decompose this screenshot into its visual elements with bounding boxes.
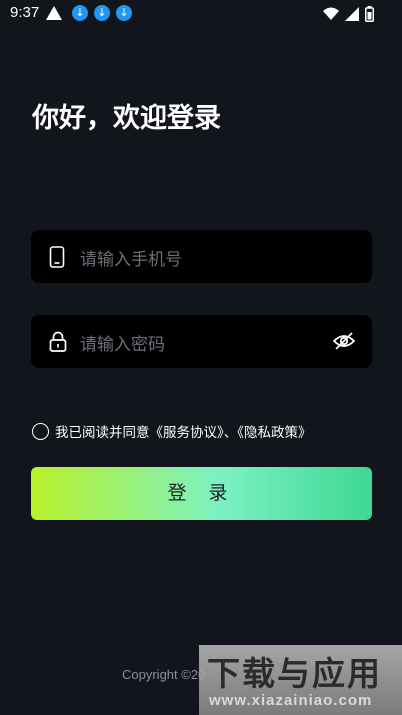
- agreement-row[interactable]: 我已阅读并同意《服务协议》、《隐私政策》: [32, 421, 312, 441]
- download-icon: ↓: [94, 5, 110, 21]
- signal-icon: [345, 7, 359, 21]
- status-time: 9:37: [10, 4, 40, 21]
- download-icon: ↓: [116, 5, 132, 21]
- download-icon: ↓: [72, 5, 88, 21]
- eye-off-icon[interactable]: [332, 331, 356, 351]
- phone-input-placeholder: 请输入手机号: [80, 250, 182, 270]
- page-title: 你好，欢迎登录: [32, 103, 221, 134]
- watermark-url: www.xiazainiao.com: [209, 692, 373, 709]
- status-bar: 9:37 ↓ ↓ ↓: [0, 0, 402, 28]
- phone-icon: [49, 246, 65, 268]
- login-button[interactable]: 登 录: [31, 467, 372, 520]
- password-field[interactable]: 请输入密码: [31, 315, 372, 368]
- password-input-placeholder: 请输入密码: [80, 335, 165, 355]
- agreement-radio[interactable]: [32, 422, 49, 440]
- battery-icon: [365, 6, 374, 22]
- agreement-text[interactable]: 我已阅读并同意《服务协议》、《隐私政策》: [55, 421, 312, 441]
- phone-field[interactable]: 请输入手机号: [31, 230, 372, 283]
- warning-icon: [46, 6, 62, 20]
- lock-icon: [49, 331, 67, 352]
- watermark-logo: 下载与应用 www.xiazainiao.com: [199, 645, 402, 715]
- watermark-title: 下载与应用: [207, 654, 382, 693]
- wifi-icon: [323, 7, 339, 20]
- copyright-text: Copyright ©20: [122, 667, 206, 682]
